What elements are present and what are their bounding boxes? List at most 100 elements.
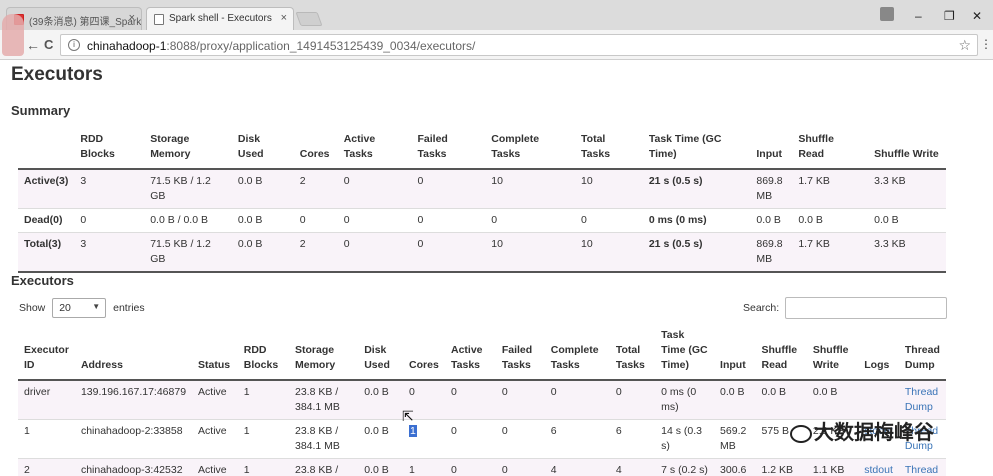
table-cell: 0.0 B bbox=[720, 386, 745, 398]
column-header[interactable]: Task Time (GC Time) bbox=[655, 324, 714, 380]
spark-executors-page: Executors Summary RDD Blocks Storage Memo… bbox=[0, 61, 993, 476]
column-header[interactable]: Failed Tasks bbox=[496, 324, 545, 380]
table-cell: 10 bbox=[491, 238, 503, 250]
table-cell: 23.8 KB / 384.1 MB bbox=[294, 464, 339, 476]
table-cell: 6 bbox=[550, 425, 557, 437]
search-input[interactable] bbox=[785, 297, 948, 319]
column-header[interactable] bbox=[18, 128, 74, 169]
column-header[interactable]: Logs bbox=[858, 324, 899, 380]
back-arrow-icon[interactable]: ← bbox=[26, 37, 40, 53]
thread-dump-cell: Thread Dump bbox=[899, 380, 946, 420]
column-header[interactable]: Status bbox=[192, 324, 238, 380]
table-cell: 0.0 B bbox=[237, 175, 263, 187]
column-header[interactable]: Active Tasks bbox=[338, 128, 412, 169]
bookmark-star-icon[interactable]: ☆ bbox=[958, 37, 971, 54]
table-cell: 0.0 B bbox=[874, 214, 899, 226]
tab-csdn[interactable]: (39条消息) 第四课_Spark应用 × bbox=[6, 7, 142, 30]
table-cell: 23.8 KB / 384.1 MB bbox=[294, 425, 340, 452]
row-label: Total(3) bbox=[24, 238, 62, 250]
table-cell: Active bbox=[198, 425, 227, 437]
mouse-cursor-icon: ⇱ bbox=[402, 408, 414, 424]
table-cell: 3.3 KB bbox=[874, 175, 906, 187]
table-cell: 1.7 KB bbox=[798, 238, 830, 250]
tab-spark-executors[interactable]: Spark shell - Executors × bbox=[146, 7, 294, 30]
table-cell: 4 bbox=[550, 464, 557, 476]
table-cell: 0.0 B bbox=[364, 464, 389, 476]
table-row: driver 139.196.167.17:46879 Active 1 23.8 KB… bbox=[18, 380, 946, 420]
table-cell: 0 bbox=[417, 214, 424, 226]
table-cell: 4 bbox=[615, 464, 622, 476]
column-header[interactable]: Task Time (GC Time) bbox=[643, 128, 751, 169]
column-header[interactable]: Active Tasks bbox=[445, 324, 496, 380]
column-header[interactable]: Executor ID bbox=[18, 324, 75, 380]
table-cell: 0.0 B bbox=[756, 214, 781, 226]
thread-dump-link[interactable]: Thread Dump bbox=[905, 386, 938, 413]
column-header[interactable]: Disk Used bbox=[232, 128, 294, 169]
column-header[interactable]: Total Tasks bbox=[575, 128, 643, 169]
page-size-select[interactable]: 20 ▼ bbox=[52, 298, 107, 318]
column-header[interactable]: Complete Tasks bbox=[545, 324, 610, 380]
chevron-down-icon: ▼ bbox=[92, 302, 101, 311]
column-header[interactable]: Shuffle Write bbox=[868, 128, 946, 169]
search-control: Search: bbox=[743, 297, 948, 319]
table-cell: Active bbox=[198, 464, 227, 476]
table-cell: 0 bbox=[501, 464, 508, 476]
close-window-button[interactable]: ✕ bbox=[972, 9, 982, 23]
wechat-logo-icon bbox=[790, 424, 812, 443]
table-cell: 0 bbox=[451, 425, 457, 437]
table-cell: 23.8 KB / 384.1 MB bbox=[294, 386, 340, 413]
column-header[interactable]: Shuffle Write bbox=[807, 324, 858, 380]
thread-dump-link[interactable]: Thread Dump bbox=[905, 464, 938, 476]
browser-tab-strip: (39条消息) 第四课_Spark应用 × Spark shell - Exec… bbox=[0, 0, 993, 30]
close-icon[interactable]: × bbox=[281, 12, 287, 24]
column-header[interactable]: Disk Used bbox=[358, 324, 403, 380]
column-header[interactable]: Storage Memory bbox=[289, 324, 358, 380]
column-header[interactable]: Input bbox=[714, 324, 755, 380]
column-header[interactable]: Total Tasks bbox=[610, 324, 655, 380]
column-header[interactable]: Input bbox=[750, 128, 792, 169]
log-link-stdout[interactable]: stdout bbox=[864, 464, 893, 476]
table-cell: 0.0 B bbox=[237, 238, 263, 250]
table-cell: 0.0 B bbox=[237, 214, 263, 226]
column-header[interactable]: Shuffle Read bbox=[792, 128, 868, 169]
table-cell: 0.0 B bbox=[364, 386, 389, 398]
close-icon[interactable]: × bbox=[129, 12, 135, 24]
column-header[interactable]: RDD Blocks bbox=[238, 324, 289, 380]
column-header[interactable]: RDD Blocks bbox=[74, 128, 144, 169]
new-tab-button[interactable] bbox=[295, 12, 323, 26]
table-cell: 2 bbox=[24, 464, 30, 476]
table-cell: 2 bbox=[299, 175, 306, 187]
info-icon[interactable]: i bbox=[68, 39, 80, 51]
search-label: Search: bbox=[743, 301, 780, 314]
column-header[interactable]: Cores bbox=[294, 128, 338, 169]
minimize-button[interactable]: – bbox=[915, 9, 922, 23]
column-header[interactable]: Thread Dump bbox=[899, 324, 946, 380]
table-cell: 1 bbox=[243, 464, 250, 476]
profile-icon[interactable] bbox=[880, 7, 894, 21]
column-header[interactable]: Storage Memory bbox=[144, 128, 232, 169]
browser-menu-icon[interactable]: ⋮ bbox=[980, 37, 992, 51]
column-header[interactable]: Shuffle Read bbox=[756, 324, 807, 380]
table-cell: 14 s (0.3 s) bbox=[661, 425, 703, 452]
table-cell: 1 bbox=[403, 420, 445, 459]
url-bar[interactable]: i chinahadoop-1:8088/proxy/application_1… bbox=[60, 34, 978, 56]
column-header[interactable]: Failed Tasks bbox=[412, 128, 486, 169]
table-cell: 10 bbox=[581, 175, 593, 187]
restore-button[interactable]: ❐ bbox=[944, 9, 955, 23]
row-label: Active(3) bbox=[24, 175, 69, 187]
column-header[interactable]: Complete Tasks bbox=[485, 128, 575, 169]
table-cell: 569.2 MB bbox=[720, 425, 747, 452]
table-cell: 0.0 B bbox=[761, 386, 787, 398]
column-header[interactable]: Address bbox=[75, 324, 192, 380]
address-bar-row: ← C i chinahadoop-1:8088/proxy/applicati… bbox=[0, 30, 993, 60]
watermark: 大数据梅峰谷 bbox=[790, 416, 934, 445]
column-header[interactable]: Cores bbox=[403, 324, 445, 380]
table-cell: 0.0 B / 0.0 B bbox=[150, 214, 208, 226]
table-row: 2 chinahadoop-3:42532 Active 1 23.8 KB / 384… bbox=[18, 458, 946, 476]
reload-icon[interactable]: C bbox=[44, 37, 53, 52]
table-cell: 0 bbox=[417, 175, 424, 187]
summary-row: Active(3) 3 71.5 KB / 1.2 GB 0.0 B 2 0 0 10 10 21… bbox=[18, 169, 946, 209]
table-cell: 10 bbox=[491, 175, 503, 187]
table-cell: 1.2 KB bbox=[761, 464, 794, 476]
table-cell: 1 bbox=[24, 425, 30, 437]
